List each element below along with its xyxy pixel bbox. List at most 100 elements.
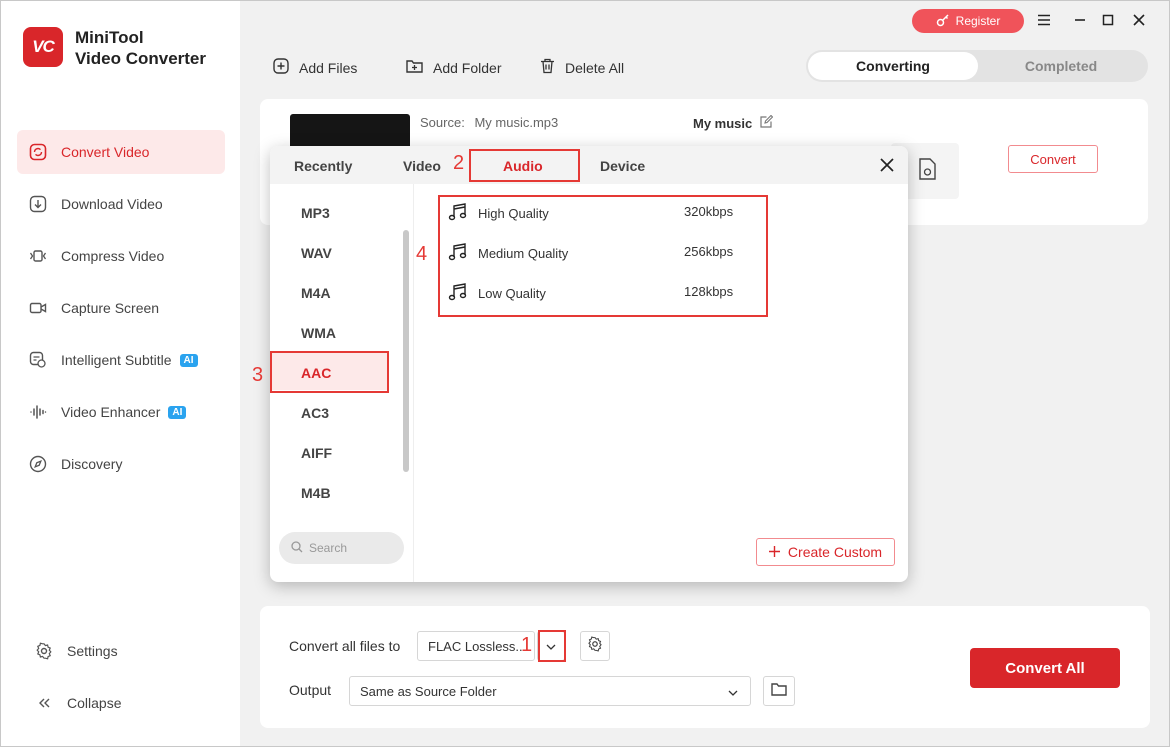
close-window-icon[interactable] xyxy=(1130,11,1148,29)
add-folder-button[interactable]: Add Folder xyxy=(406,58,501,77)
double-chevron-left-icon xyxy=(35,694,53,712)
tab-recently[interactable]: Recently xyxy=(294,158,352,174)
maximize-icon[interactable] xyxy=(1099,11,1117,29)
annotation-box-3 xyxy=(270,351,389,393)
status-tabs: Converting Completed xyxy=(806,50,1148,82)
annotation-box-4 xyxy=(438,195,768,317)
format-item-m4a[interactable]: M4A xyxy=(301,285,331,301)
search-icon xyxy=(291,540,303,556)
sidebar-item-label: Discovery xyxy=(61,456,123,472)
sidebar-item-label: Capture Screen xyxy=(61,300,160,316)
format-item-ac3[interactable]: AC3 xyxy=(301,405,329,421)
camera-icon xyxy=(29,299,47,317)
sidebar-item-video-enhancer[interactable]: Video Enhancer AI xyxy=(17,390,225,434)
collapse-button[interactable]: Collapse xyxy=(17,681,225,725)
app-logo: VC xyxy=(23,27,63,67)
app-name-line2: Video Converter xyxy=(75,49,207,68)
compass-icon xyxy=(29,455,47,473)
source-value: My music.mp3 xyxy=(474,115,559,130)
chevron-down-icon xyxy=(728,684,738,699)
sidebar-item-label: Download Video xyxy=(61,196,163,212)
create-custom-button[interactable]: Create Custom xyxy=(756,538,895,566)
register-button[interactable]: Register xyxy=(912,9,1024,33)
delete-all-button[interactable]: Delete All xyxy=(540,58,624,77)
sidebar: VC MiniTool Video Converter Convert Vide… xyxy=(1,1,240,746)
annotation-box-2 xyxy=(469,149,580,182)
convert-button[interactable]: Convert xyxy=(1008,145,1098,173)
close-icon[interactable] xyxy=(880,158,894,177)
annotation-label-4: 4 xyxy=(416,243,428,265)
create-custom-label: Create Custom xyxy=(787,544,883,560)
sidebar-item-label: Convert Video xyxy=(61,144,150,160)
output-folder-value: Same as Source Folder xyxy=(360,683,497,699)
popup-tab-bar xyxy=(270,146,908,184)
settings-button[interactable]: Settings xyxy=(17,629,225,673)
plus-icon xyxy=(768,544,780,560)
add-files-label: Add Files xyxy=(299,59,358,76)
annotation-label-2: 2 xyxy=(453,152,465,174)
convert-all-button[interactable]: Convert All xyxy=(970,648,1120,688)
tab-completed[interactable]: Completed xyxy=(976,52,1146,80)
gear-icon xyxy=(35,642,53,660)
format-search-input[interactable]: Search xyxy=(279,532,404,564)
add-folder-label: Add Folder xyxy=(433,59,502,76)
annotation-box-1 xyxy=(538,630,566,662)
delete-all-label: Delete All xyxy=(565,59,625,76)
settings-label: Settings xyxy=(67,643,118,659)
waveform-icon xyxy=(29,403,47,421)
compress-icon xyxy=(29,247,47,265)
search-placeholder: Search xyxy=(309,541,348,555)
output-label: Output xyxy=(289,682,332,698)
format-item-aiff[interactable]: AIFF xyxy=(301,445,332,461)
minimize-icon[interactable] xyxy=(1071,11,1089,29)
edit-icon[interactable] xyxy=(760,114,774,131)
browse-folder-button[interactable] xyxy=(763,676,795,706)
sidebar-item-discovery[interactable]: Discovery xyxy=(17,442,225,486)
format-item-mp3[interactable]: MP3 xyxy=(301,205,330,221)
app-name-line1: MiniTool xyxy=(75,28,144,47)
source-label: Source: xyxy=(420,115,465,130)
format-list-scrollbar[interactable] xyxy=(403,230,409,472)
app-name: MiniTool Video Converter xyxy=(75,27,206,69)
format-item-wav[interactable]: WAV xyxy=(301,245,332,261)
tab-video[interactable]: Video xyxy=(403,158,441,174)
format-item-m4b[interactable]: M4B xyxy=(301,485,331,501)
ai-badge: AI xyxy=(179,353,198,367)
subtitle-icon xyxy=(29,351,47,369)
tab-device[interactable]: Device xyxy=(600,158,645,174)
sidebar-item-convert-video[interactable]: Convert Video xyxy=(17,130,225,174)
sidebar-item-label: Intelligent Subtitle xyxy=(61,352,172,368)
plus-circle-icon xyxy=(273,58,289,77)
ai-badge: AI xyxy=(168,405,187,419)
register-label: Register xyxy=(955,14,1001,28)
gear-icon xyxy=(587,635,603,657)
add-files-button[interactable]: Add Files xyxy=(273,58,357,77)
menu-icon[interactable] xyxy=(1035,11,1053,29)
tab-converting[interactable]: Converting xyxy=(808,52,978,80)
key-icon xyxy=(936,13,950,30)
sidebar-item-capture-screen[interactable]: Capture Screen xyxy=(17,286,225,330)
target-title: My music xyxy=(693,115,753,131)
format-settings-button[interactable] xyxy=(580,631,610,661)
sidebar-item-intelligent-subtitle[interactable]: Intelligent Subtitle AI xyxy=(17,338,225,382)
source-info: Source: My music.mp3 xyxy=(420,115,558,130)
annotation-label-1: 1 xyxy=(521,634,533,656)
output-folder-select[interactable]: Same as Source Folder xyxy=(349,676,751,706)
sidebar-item-label: Compress Video xyxy=(61,248,165,264)
convert-icon xyxy=(29,143,47,161)
sidebar-item-download-video[interactable]: Download Video xyxy=(17,182,225,226)
convert-all-files-label: Convert all files to xyxy=(289,638,401,654)
folder-plus-icon xyxy=(406,58,423,77)
folder-icon xyxy=(771,682,787,701)
format-item-wma[interactable]: WMA xyxy=(301,325,336,341)
sidebar-item-label: Video Enhancer xyxy=(61,404,161,420)
convert-format-select[interactable]: FLAC Lossless... xyxy=(417,631,535,661)
file-settings-icon xyxy=(918,157,938,185)
convert-format-value: FLAC Lossless... xyxy=(428,638,527,654)
annotation-label-3: 3 xyxy=(252,364,264,386)
target-title-row: My music xyxy=(693,114,774,131)
trash-icon xyxy=(540,58,555,77)
collapse-label: Collapse xyxy=(67,695,122,711)
sidebar-item-compress-video[interactable]: Compress Video xyxy=(17,234,225,278)
download-icon xyxy=(29,195,47,213)
